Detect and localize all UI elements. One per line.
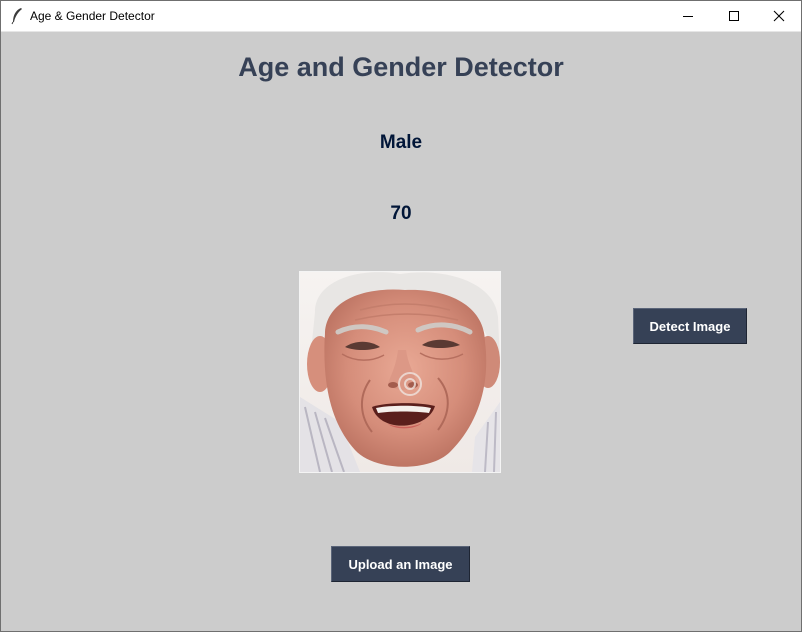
face-photo-illustration xyxy=(300,272,500,472)
title-bar[interactable]: Age & Gender Detector xyxy=(1,1,801,32)
upload-image-button[interactable]: Upload an Image xyxy=(331,546,470,582)
feather-icon xyxy=(11,8,22,25)
maximize-button[interactable] xyxy=(711,1,757,31)
uploaded-face-image xyxy=(299,271,501,473)
close-icon xyxy=(773,10,785,22)
app-window: Age & Gender Detector Age and Gender Det… xyxy=(0,0,802,632)
detect-image-button[interactable]: Detect Image xyxy=(633,308,747,344)
age-result-label: 70 xyxy=(390,203,412,224)
minimize-button[interactable] xyxy=(665,1,711,31)
main-panel: Age and Gender Detector Male 70 Detect I… xyxy=(1,32,801,631)
close-button[interactable] xyxy=(756,1,801,31)
minimize-icon xyxy=(683,16,693,17)
gender-result-label: Male xyxy=(379,132,423,153)
page-title: Age and Gender Detector xyxy=(238,52,564,82)
maximize-icon xyxy=(729,11,739,21)
window-title: Age & Gender Detector xyxy=(30,9,155,23)
